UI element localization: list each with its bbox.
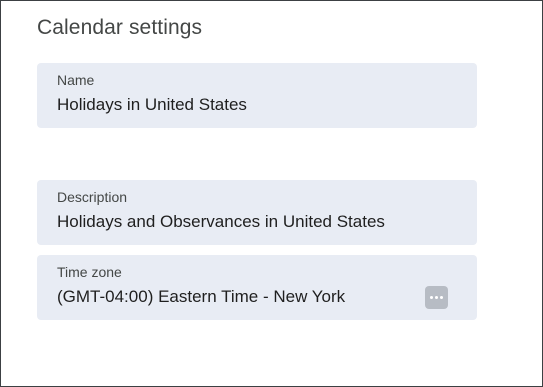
name-field[interactable]: Name Holidays in United States bbox=[37, 63, 477, 128]
more-horizontal-icon[interactable] bbox=[425, 286, 448, 309]
time-zone-field-value[interactable]: (GMT-04:00) Eastern Time - New York bbox=[57, 287, 345, 307]
name-field-label: Name bbox=[57, 72, 95, 88]
more-dot bbox=[430, 296, 433, 299]
description-field-value[interactable]: Holidays and Observances in United State… bbox=[57, 212, 385, 232]
calendar-settings-panel: Calendar settings Name Holidays in Unite… bbox=[0, 0, 543, 387]
page-title: Calendar settings bbox=[37, 16, 203, 39]
time-zone-field-label: Time zone bbox=[57, 264, 122, 280]
time-zone-field[interactable]: Time zone (GMT-04:00) Eastern Time - New… bbox=[37, 255, 477, 320]
description-field[interactable]: Description Holidays and Observances in … bbox=[37, 180, 477, 245]
more-dot bbox=[435, 296, 438, 299]
more-dot bbox=[440, 296, 443, 299]
description-field-label: Description bbox=[57, 189, 128, 205]
name-field-value[interactable]: Holidays in United States bbox=[57, 95, 247, 115]
